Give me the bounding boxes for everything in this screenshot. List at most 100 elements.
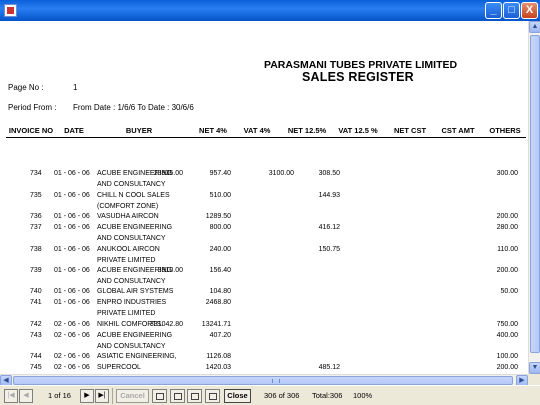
invoice-date: 02 - 06 - 06	[54, 353, 90, 360]
close-button[interactable]: Close	[224, 389, 251, 403]
invoice-date: 02 - 06 - 06	[54, 364, 90, 371]
net-4-value: 23935.00	[153, 170, 183, 177]
invoice-number: 744	[30, 353, 42, 360]
buyer-name: VASUDHA AIRCON	[97, 213, 159, 220]
vat-4-value: 510.00	[209, 192, 231, 199]
vat-12-5-value: 416.12	[318, 224, 340, 231]
period-label: Period From :	[8, 103, 57, 112]
invoice-date: 01 - 06 - 06	[54, 170, 90, 177]
next-page-icon[interactable]: ▶	[80, 389, 94, 403]
scroll-up-icon[interactable]: ▲	[529, 21, 540, 33]
vat-4-value: 104.80	[209, 288, 231, 295]
maximize-button[interactable]: □	[503, 2, 520, 19]
invoice-number: 737	[30, 224, 42, 231]
print-setup-icon[interactable]	[152, 389, 167, 403]
toolbar-separator	[112, 388, 113, 404]
horizontal-scrollbar[interactable]: ◀ ▶	[0, 374, 528, 387]
report-icon[interactable]	[4, 4, 17, 17]
vat-12-5-value: 150.75	[318, 246, 340, 253]
column-header-vat-12-5: VAT 12.5 %	[338, 126, 378, 135]
buyer-name: ANUKOOL AIRCON	[97, 246, 160, 253]
others-value: 400.00	[496, 332, 518, 339]
column-header-invoice-no: INVOICE NO	[8, 126, 54, 135]
column-header-net-cst: NET CST	[393, 126, 427, 135]
vat-12-5-value: 144.93	[318, 192, 340, 199]
invoice-number: 738	[30, 246, 42, 253]
vat-4-value: 1289.50	[205, 213, 231, 220]
buyer-name: PRIVATE LIMITED	[97, 310, 156, 317]
report-title: SALES REGISTER	[302, 70, 414, 84]
buyer-name: ENPRO INDUSTRIES	[97, 299, 167, 306]
buyer-name: ASIATIC ENGINEERING,	[97, 353, 177, 360]
grip-icon	[272, 379, 280, 383]
column-header-others: OTHERS	[489, 126, 521, 135]
column-header-net-12-5: NET 12.5%	[287, 126, 327, 135]
total-records: Total:306	[312, 391, 343, 400]
period-value: From Date : 1/6/6 To Date : 30/6/6	[73, 103, 194, 112]
buyer-name: SUPERCOOL	[97, 364, 141, 371]
column-header-cst-amt: CST AMT	[441, 126, 475, 135]
buyer-name: AND CONSULTANCY	[97, 181, 166, 188]
close-window-button[interactable]: X	[521, 2, 538, 19]
others-value: 100.00	[496, 353, 518, 360]
buyer-name: ACUBE ENGINEERING	[97, 332, 173, 339]
others-value: 110.00	[497, 246, 518, 253]
vertical-scrollbar[interactable]: ▲ ▼	[528, 21, 540, 374]
invoice-date: 01 - 06 - 06	[54, 246, 90, 253]
vat-4-value: 407.20	[209, 332, 231, 339]
copy-icon[interactable]	[187, 389, 202, 403]
others-value: 280.00	[496, 224, 518, 231]
previous-page-icon[interactable]: ◀	[19, 389, 33, 403]
scroll-down-icon[interactable]: ▼	[529, 362, 540, 374]
invoice-number: 742	[30, 321, 42, 328]
others-value: 50.00	[500, 288, 518, 295]
buyer-name: CHILL N COOL SALES	[97, 192, 170, 199]
first-page-icon[interactable]: |◀	[4, 389, 18, 403]
page-indicator: 1 of 16	[48, 391, 71, 400]
header-divider	[6, 137, 526, 138]
invoice-date: 02 - 06 - 06	[54, 321, 90, 328]
invoice-number: 741	[30, 299, 42, 306]
page-no-value: 1	[73, 83, 78, 92]
report-toolbar: |◀ ◀ 1 of 16 ▶ ▶| Cancel Close 306 of 30…	[0, 385, 540, 405]
cancel-button[interactable]: Cancel	[116, 389, 149, 403]
invoice-date: 01 - 06 - 06	[54, 299, 90, 306]
vat-4-value: 1420.03	[205, 364, 231, 371]
others-value: 750.00	[496, 321, 518, 328]
report-preview: PARASMANI TUBES PRIVATE LIMITED SALES RE…	[0, 21, 528, 374]
column-header-net-4: NET 4%	[199, 126, 227, 135]
others-value: 300.00	[496, 170, 518, 177]
last-page-icon[interactable]: ▶|	[95, 389, 109, 403]
vat-4-value: 1126.08	[206, 353, 231, 360]
vat-12-5-value: 485.12	[318, 364, 340, 371]
invoice-date: 01 - 06 - 06	[54, 288, 90, 295]
invoice-number: 739	[30, 267, 42, 274]
others-value: 200.00	[496, 364, 518, 371]
title-bar[interactable]: _ □ X	[0, 0, 540, 21]
invoice-date: 01 - 06 - 06	[54, 224, 90, 231]
vat-4-value: 240.00	[209, 246, 231, 253]
invoice-number: 745	[30, 364, 42, 371]
vat-4-value: 2468.80	[205, 299, 231, 306]
vat-4-value: 13241.71	[201, 321, 231, 328]
column-header-date: DATE	[64, 126, 84, 135]
report-viewer-window: _ □ X PARASMANI TUBES PRIVATE LIMITED SA…	[0, 0, 540, 405]
column-header-buyer: BUYER	[125, 126, 153, 135]
zoom-level: 100%	[353, 391, 373, 400]
buyer-name: AND CONSULTANCY	[97, 235, 166, 242]
buyer-name: ACUBE ENGINEERING	[97, 224, 173, 231]
net-4-value: 3910.00	[157, 267, 183, 274]
net-12-5-value: 3100.00	[268, 170, 294, 177]
invoice-date: 01 - 06 - 06	[54, 213, 90, 220]
vat-4-value: 800.00	[209, 224, 231, 231]
export-icon[interactable]	[205, 389, 220, 403]
others-value: 200.00	[496, 213, 518, 220]
minimize-button[interactable]: _	[485, 2, 502, 19]
net-4-value: 331042.80	[149, 321, 183, 328]
vat-4-value: 957.40	[209, 170, 231, 177]
invoice-number: 735	[30, 192, 42, 199]
scrollbar-corner	[528, 374, 540, 385]
print-icon[interactable]	[170, 389, 185, 403]
horizontal-scroll-thumb[interactable]	[13, 376, 513, 385]
vertical-scroll-thumb[interactable]	[530, 35, 540, 353]
